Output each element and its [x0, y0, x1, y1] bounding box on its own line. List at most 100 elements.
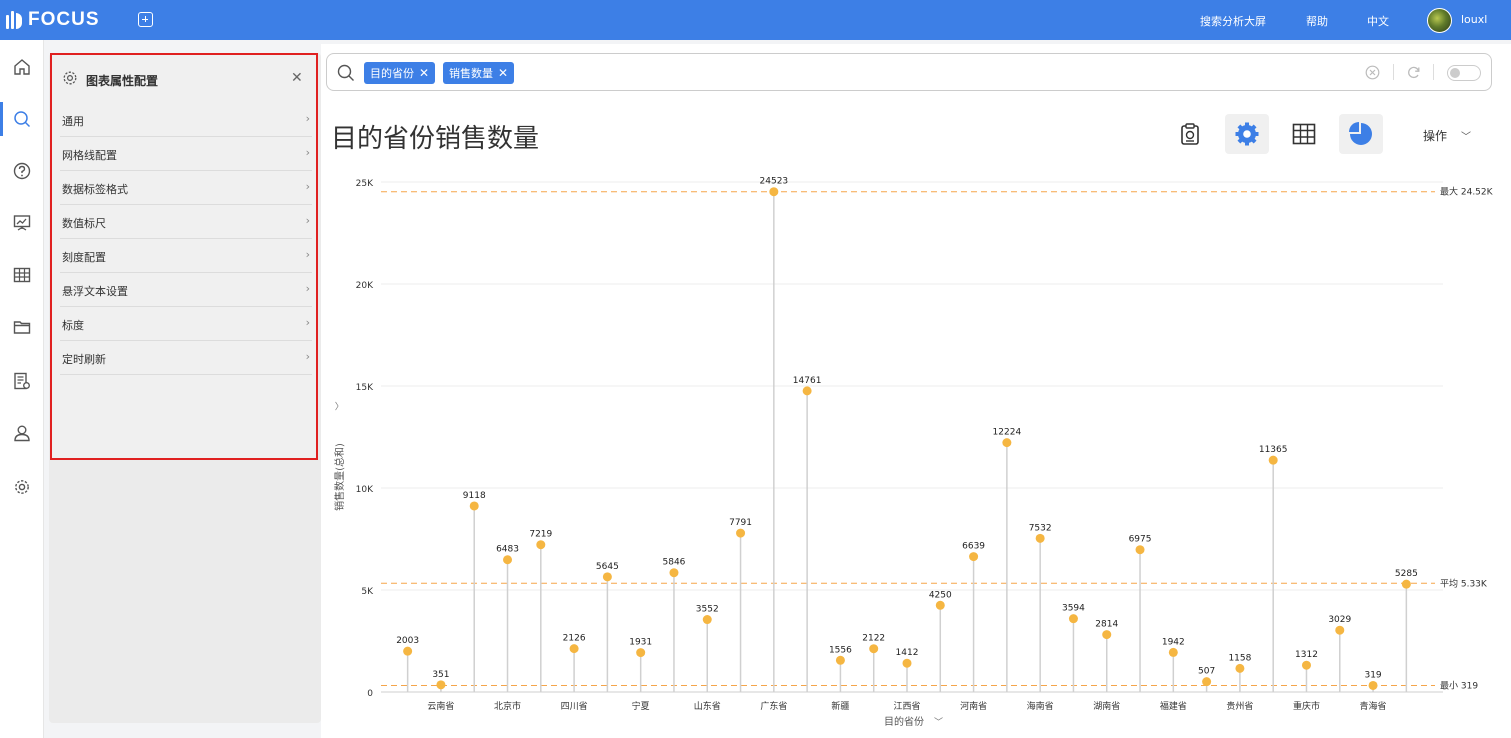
data-label: 351: [432, 670, 449, 680]
x-tick-label: 四川省: [561, 700, 588, 712]
data-point: [1135, 545, 1145, 555]
y-tick-label: 5K: [361, 587, 374, 597]
add-tab-icon[interactable]: [138, 12, 153, 27]
refresh-icon[interactable]: [1406, 65, 1421, 84]
search-analysis-screen-link[interactable]: 搜索分析大屏: [1200, 13, 1266, 29]
x-tick-label: 北京市: [494, 700, 521, 712]
data-point: [902, 658, 912, 668]
data-point: [869, 644, 879, 654]
data-label: 5846: [663, 558, 686, 568]
data-point: [1202, 677, 1212, 687]
data-point: [802, 386, 812, 396]
data-point: [1335, 625, 1345, 635]
config-item-general[interactable]: 通用 ›: [60, 103, 312, 137]
folder-icon[interactable]: [0, 306, 44, 348]
help-link[interactable]: 帮助: [1306, 13, 1328, 29]
pie-chart-icon[interactable]: [1339, 114, 1383, 154]
reference-line-label: 平均 5.33K: [1440, 577, 1488, 589]
config-item-gridlines[interactable]: 网格线配置 ›: [60, 137, 312, 171]
focus-logo[interactable]: FOCUS: [6, 8, 100, 32]
remove-chip-icon[interactable]: ✕: [498, 66, 508, 80]
data-point: [1301, 660, 1311, 670]
data-label: 1556: [829, 645, 852, 655]
user-name[interactable]: louxl: [1461, 13, 1487, 26]
report-settings-icon[interactable]: [0, 360, 44, 402]
chevron-right-icon: ›: [305, 112, 310, 125]
x-tick-label: 青海省: [1360, 700, 1387, 712]
help-icon[interactable]: [0, 150, 44, 192]
data-label: 2122: [862, 634, 885, 644]
x-tick-label: 福建省: [1160, 700, 1187, 712]
config-item-scale[interactable]: 标度 ›: [60, 307, 312, 341]
data-label: 14761: [793, 376, 822, 386]
chevron-right-icon: ›: [305, 316, 310, 329]
data-label: 12224: [993, 428, 1022, 438]
home-icon[interactable]: [0, 46, 44, 88]
divider: [1433, 64, 1434, 80]
data-point: [1368, 680, 1378, 690]
divider: [1393, 64, 1394, 80]
search-icon[interactable]: [0, 98, 44, 140]
data-label: 4250: [929, 590, 952, 600]
y-tick-label: 15K: [356, 383, 374, 393]
user-icon[interactable]: [0, 412, 44, 454]
data-label: 1942: [1162, 637, 1185, 647]
data-label: 2814: [1095, 620, 1118, 630]
search-chip-province[interactable]: 目的省份 ✕: [364, 62, 436, 84]
data-point: [1235, 663, 1245, 673]
data-point: [1268, 455, 1278, 465]
chevron-right-icon: ›: [305, 146, 310, 159]
data-label: 7219: [529, 530, 552, 540]
config-item-value-ruler[interactable]: 数值标尺 ›: [60, 205, 312, 239]
config-item-tooltip[interactable]: 悬浮文本设置 ›: [60, 273, 312, 307]
data-label: 9118: [463, 491, 486, 501]
data-point: [736, 528, 746, 538]
table-view-icon[interactable]: [1282, 114, 1326, 154]
search-chip-sales-qty[interactable]: 销售数量 ✕: [443, 62, 515, 84]
y-tick-label: 20K: [356, 281, 374, 291]
data-point: [536, 540, 546, 550]
chevron-right-icon: ›: [305, 180, 310, 193]
config-item-data-label-format[interactable]: 数据标签格式 ›: [60, 171, 312, 205]
data-point: [602, 572, 612, 582]
x-tick-label: 新疆: [831, 700, 849, 712]
mode-toggle[interactable]: [1447, 65, 1481, 81]
config-item-tick[interactable]: 刻度配置 ›: [60, 239, 312, 273]
data-label: 6639: [962, 542, 985, 552]
data-label: 3029: [1328, 615, 1351, 625]
table-icon[interactable]: [0, 254, 44, 296]
chart-title: 目的省份销售数量: [331, 124, 540, 154]
data-label: 7791: [729, 518, 752, 528]
clear-icon[interactable]: [1365, 65, 1380, 84]
settings-icon: [62, 70, 78, 90]
reference-line-label: 最大 24.52K: [1440, 186, 1494, 198]
data-point: [436, 680, 446, 690]
x-tick-label: 贵州省: [1226, 700, 1253, 712]
x-tick-label: 宁夏: [632, 700, 650, 712]
x-axis-title: 目的省份: [884, 715, 924, 728]
lollipop-chart: 0 5K 10K 15K 20K 25K 销售数量(总和) ﹀ 最大 24.52K 平均 5.33…: [333, 177, 1494, 728]
data-point: [835, 655, 845, 665]
chevron-right-icon: ›: [305, 350, 310, 363]
chart-board-icon[interactable]: [0, 202, 44, 244]
clipboard-icon[interactable]: [1168, 114, 1212, 154]
logo-icon: [6, 11, 24, 29]
reference-line-label: 最小 319: [1440, 680, 1478, 691]
data-label: 24523: [760, 177, 789, 187]
close-icon[interactable]: ✕: [291, 70, 303, 86]
remove-chip-icon[interactable]: ✕: [419, 66, 429, 80]
operations-menu[interactable]: 操作 ﹀: [1423, 127, 1471, 144]
data-point: [669, 568, 679, 578]
x-tick-label: 海南省: [1027, 700, 1054, 712]
chevron-right-icon: ›: [305, 282, 310, 295]
data-point: [935, 600, 945, 610]
config-list: 通用 › 网格线配置 › 数据标签格式 › 数值标尺 › 刻度配置 › 悬浮文本设置 › 标…: [60, 103, 312, 375]
data-point: [702, 615, 712, 625]
language-switch[interactable]: 中文: [1367, 13, 1389, 29]
chart-settings-icon[interactable]: [1225, 114, 1269, 154]
search-bar[interactable]: 目的省份 ✕ 销售数量 ✕: [326, 53, 1492, 91]
config-item-auto-refresh[interactable]: 定时刷新 ›: [60, 341, 312, 375]
user-avatar[interactable]: [1427, 8, 1452, 33]
data-label: 2003: [396, 636, 419, 646]
gear-icon[interactable]: [0, 466, 44, 508]
